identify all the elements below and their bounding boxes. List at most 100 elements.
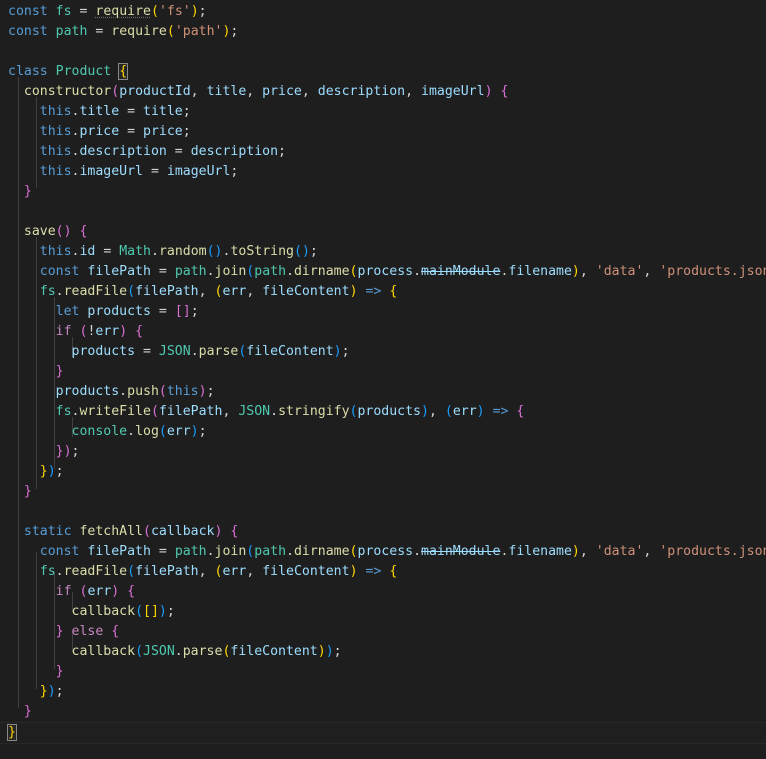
code-line-29[interactable]: fs.readFile(filePath, (err, fileContent)…	[0, 562, 766, 582]
code-line-31[interactable]: callback([]);	[0, 602, 766, 622]
token-operator-assign: =	[127, 104, 136, 119]
code-line-14[interactable]: const filePath = path.join(path.dirname(…	[0, 262, 766, 282]
token-property-imageUrl: imageUrl	[79, 164, 144, 179]
token-operator-assign: =	[150, 164, 159, 179]
code-line-26-blank[interactable]	[0, 502, 766, 522]
token-paren-close: )	[190, 424, 199, 439]
code-line-1[interactable]: const fs = require('fs');	[0, 2, 766, 22]
code-line-18[interactable]: products = JSON.parse(fileContent);	[0, 342, 766, 362]
token-keyword-if: if	[55, 324, 72, 339]
code-line-17[interactable]: if (!err) {	[0, 322, 766, 342]
code-line-28[interactable]: const filePath = path.join(path.dirname(…	[0, 542, 766, 562]
token-dot: .	[55, 564, 64, 579]
code-line-30[interactable]: if (err) {	[0, 582, 766, 602]
token-keyword-static: static	[23, 524, 72, 539]
code-line-32[interactable]: } else {	[0, 622, 766, 642]
token-object-console: console	[71, 424, 128, 439]
token-param-description: description	[317, 84, 406, 99]
code-line-7[interactable]: this.price = price;	[0, 122, 766, 142]
token-method-log: log	[135, 424, 159, 439]
token-semicolon: ;	[206, 384, 215, 399]
code-line-21[interactable]: fs.writeFile(filePath, JSON.stringify(pr…	[0, 402, 766, 422]
code-line-36[interactable]: }	[0, 702, 766, 722]
token-paren-close: )	[571, 264, 580, 279]
code-line-12[interactable]: save() {	[0, 222, 766, 242]
token-method-dirname: dirname	[293, 544, 350, 559]
token-arg-filePath: filePath	[135, 284, 199, 299]
token-paren-open: (	[206, 244, 215, 259]
token-brace-open: {	[230, 524, 239, 539]
token-param-imageUrl: imageUrl	[421, 84, 485, 99]
token-keyword-this: this	[39, 144, 72, 159]
token-paren-close: )	[214, 244, 223, 259]
token-method-constructor: constructor	[23, 84, 112, 99]
code-line-3-blank[interactable]	[0, 42, 766, 62]
code-line-27[interactable]: static fetchAll(callback) {	[0, 522, 766, 542]
token-value-description: description	[190, 144, 279, 159]
token-method-random: random	[158, 244, 207, 259]
token-semicolon: ;	[198, 4, 207, 19]
token-brace-open: {	[516, 404, 525, 419]
code-line-33[interactable]: callback(JSON.parse(fileContent));	[0, 642, 766, 662]
code-line-6[interactable]: this.title = title;	[0, 102, 766, 122]
code-line-13[interactable]: this.id = Math.random().toString();	[0, 242, 766, 262]
code-editor-viewport[interactable]: const fs = require('fs'); const path = r…	[0, 0, 766, 759]
token-brace-open: {	[135, 324, 144, 339]
token-paren-open: (	[55, 224, 64, 239]
code-line-25[interactable]: }	[0, 482, 766, 502]
token-comma: ,	[198, 284, 207, 299]
code-line-24[interactable]: });	[0, 462, 766, 482]
token-param-productId: productId	[119, 84, 191, 99]
token-brace-close: }	[23, 484, 32, 499]
code-line-11-blank[interactable]	[0, 202, 766, 222]
token-comma: ,	[579, 544, 588, 559]
code-line-15[interactable]: fs.readFile(filePath, (err, fileContent)…	[0, 282, 766, 302]
token-semicolon: ;	[230, 24, 239, 39]
code-line-10[interactable]: }	[0, 182, 766, 202]
code-line-8[interactable]: this.description = description;	[0, 142, 766, 162]
code-line-23[interactable]: });	[0, 442, 766, 462]
token-object-JSON: JSON	[143, 644, 175, 659]
token-arg-filePath: filePath	[135, 564, 199, 579]
code-line-19[interactable]: }	[0, 362, 766, 382]
code-line-35[interactable]: });	[0, 682, 766, 702]
code-line-34[interactable]: }	[0, 662, 766, 682]
code-line-2[interactable]: const path = require('path');	[0, 22, 766, 42]
token-paren-close: )	[317, 644, 326, 659]
token-brace-open: {	[111, 624, 120, 639]
token-object-process: process	[357, 544, 414, 559]
code-line-20[interactable]: products.push(this);	[0, 382, 766, 402]
token-string-products-json: 'products.json'	[659, 544, 766, 559]
token-keyword-this: this	[39, 104, 72, 119]
code-line-9[interactable]: this.imageUrl = imageUrl;	[0, 162, 766, 182]
token-variable-products: products	[55, 384, 120, 399]
code-line-37-current[interactable]: }	[0, 722, 766, 744]
token-keyword-const: const	[39, 544, 80, 559]
code-line-4[interactable]: class Product {	[0, 62, 766, 82]
token-semicolon: ;	[278, 144, 286, 159]
token-property-title: title	[79, 104, 120, 119]
token-method-push: push	[127, 384, 159, 399]
token-operator-assign: =	[174, 144, 183, 159]
code-line-22[interactable]: console.log(err);	[0, 422, 766, 442]
code-line-5[interactable]: constructor(productId, title, price, des…	[0, 82, 766, 102]
token-paren-close: )	[421, 404, 429, 419]
token-dot: .	[174, 644, 183, 659]
token-brace-close: }	[23, 704, 32, 719]
token-property-id: id	[79, 244, 96, 259]
token-classname-product: Product	[55, 64, 112, 79]
token-variable-filePath: filePath	[87, 544, 151, 559]
token-semicolon: ;	[198, 424, 207, 439]
token-operator-assign: =	[143, 344, 151, 359]
token-semicolon: ;	[230, 164, 239, 179]
token-function-callback: callback	[71, 644, 136, 659]
token-keyword-this: this	[39, 164, 72, 179]
token-dot: .	[206, 544, 215, 559]
token-value-imageUrl: imageUrl	[166, 164, 231, 179]
token-property-filename: filename	[508, 544, 572, 559]
token-comma: ,	[405, 84, 414, 99]
token-object-JSON: JSON	[158, 344, 191, 359]
code-line-16[interactable]: let products = [];	[0, 302, 766, 322]
token-value-title: title	[143, 104, 183, 119]
token-method-writeFile: writeFile	[79, 404, 151, 419]
